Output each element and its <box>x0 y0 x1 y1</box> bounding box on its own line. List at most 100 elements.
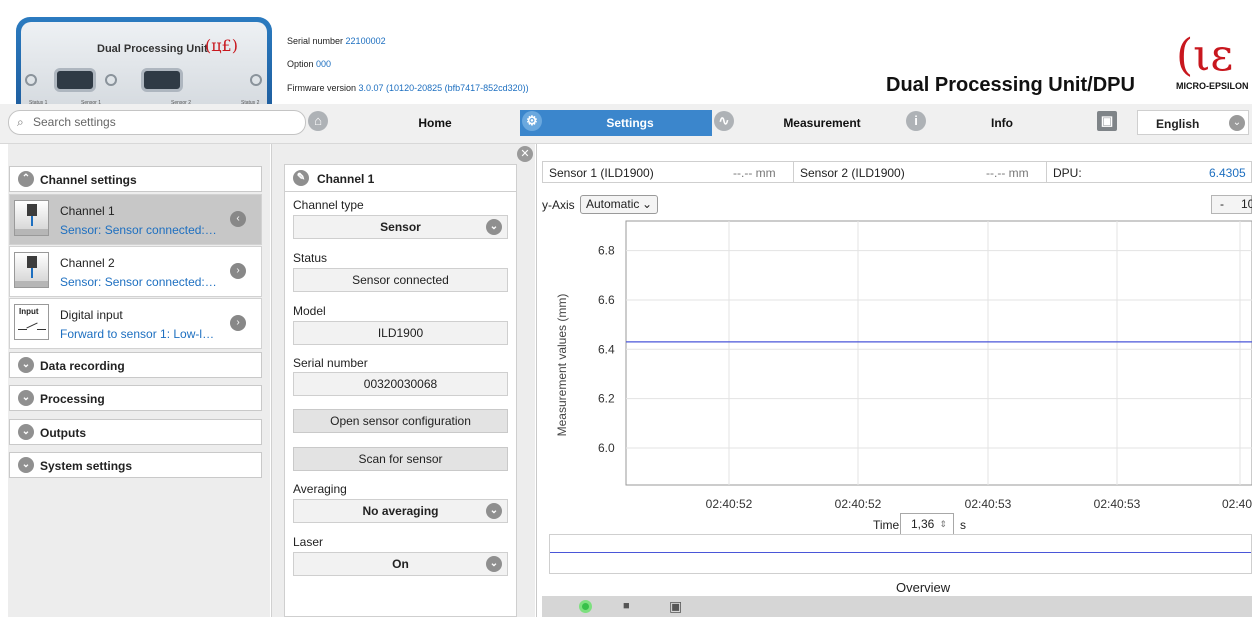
recording-toolbar: ■ ▣ <box>542 596 1252 617</box>
brand-mark: (ιε <box>1176 30 1234 81</box>
spinner-icon[interactable]: ⇕ <box>939 514 947 534</box>
serial-number-info: Serial number 22100002 <box>287 36 386 46</box>
chevron-down-icon: ⌄ <box>18 357 34 373</box>
chevron-down-icon: ⌄ <box>486 556 502 572</box>
search-input[interactable] <box>33 111 293 133</box>
sensor-icon <box>14 200 49 236</box>
tab-home[interactable]: ⌂ Home <box>308 110 518 136</box>
section-label: System settings <box>40 459 133 473</box>
channel-card: ✎ Channel 1 Channel type Sensor ⌄ Status… <box>284 164 517 617</box>
item-title: Digital input <box>60 308 123 322</box>
section-outputs[interactable]: ⌄ Outputs <box>9 419 262 445</box>
sidebar-item-channel-2[interactable]: Channel 2 Sensor: Sensor connected: ILD1… <box>9 246 262 297</box>
serial-label: Serial number <box>287 36 344 46</box>
model-label: Model <box>293 304 326 318</box>
product-title: Dual Processing Unit/DPU <box>886 74 1135 96</box>
zoom-minus-button[interactable]: - <box>1220 196 1224 213</box>
option-value: 000 <box>316 59 332 69</box>
input-switch-icon: Input <box>14 304 49 340</box>
save-icon: ▣ <box>1097 111 1117 131</box>
open-sensor-configuration-button[interactable]: Open sensor configuration <box>293 409 508 433</box>
chevron-left-icon: ‹ <box>230 211 246 227</box>
section-channel-settings[interactable]: ⌃ Channel settings <box>9 166 262 192</box>
brand-name: MICRO-EPSILON <box>1176 81 1249 91</box>
model-value: ILD1900 <box>293 321 508 345</box>
wave-icon: ∿ <box>714 111 734 131</box>
sensor1-value: --.-- mm <box>733 166 776 180</box>
section-system-settings[interactable]: ⌄ System settings <box>9 452 262 478</box>
item-title: Channel 1 <box>60 204 115 218</box>
yaxis-mode-value: Automatic <box>586 197 640 211</box>
info-icon: i <box>906 111 926 131</box>
measurement-values-bar: Sensor 1 (ILD1900) --.-- mm Sensor 2 (IL… <box>542 161 1252 183</box>
laser-select[interactable]: On ⌄ <box>293 552 508 576</box>
tab-info[interactable]: i Info <box>906 110 1098 136</box>
status-label: Status <box>293 251 328 265</box>
chevron-right-icon: › <box>230 315 246 331</box>
sensor2-label: Sensor 2 (ILD1900) <box>800 166 905 180</box>
firmware-label: Firmware version <box>287 83 357 93</box>
tab-settings[interactable]: ⚙ Settings <box>520 110 712 136</box>
edit-icon: ✎ <box>293 170 309 186</box>
chevron-down-icon: ⌄ <box>641 197 652 211</box>
save-config-button[interactable]: ▣ <box>1097 110 1127 136</box>
averaging-value: No averaging <box>362 504 439 518</box>
laser-label: Laser <box>293 535 324 549</box>
time-unit: s <box>960 518 966 532</box>
sensor-icon <box>14 252 49 288</box>
chevron-up-icon: ⌃ <box>18 171 34 187</box>
firmware-value: 3.0.07 (10120-20825 (bfb7417-852cd320)) <box>358 83 529 93</box>
dpu-value: 6.4305 <box>1209 166 1246 180</box>
tab-label: Measurement <box>783 116 861 130</box>
serial-value: 22100002 <box>345 36 386 46</box>
sensor2-value: --.-- mm <box>986 166 1029 180</box>
status-value: Sensor connected <box>293 268 508 292</box>
chevron-down-icon: ⌄ <box>18 424 34 440</box>
chevron-down-icon: ⌄ <box>18 390 34 406</box>
chevron-down-icon: ⌄ <box>18 457 34 473</box>
tab-label: Settings <box>606 116 654 130</box>
search-box[interactable] <box>8 110 306 135</box>
channel-type-select[interactable]: Sensor ⌄ <box>293 215 508 239</box>
stop-icon[interactable]: ■ <box>623 600 630 612</box>
input-icon-label: Input <box>19 307 39 316</box>
averaging-select[interactable]: No averaging ⌄ <box>293 499 508 523</box>
device-title: Dual Processing Unit <box>97 43 208 55</box>
overview-label: Overview <box>896 580 951 595</box>
time-value: 1,36 <box>911 517 935 531</box>
chevron-down-icon: ⌄ <box>486 503 502 519</box>
section-label: Data recording <box>40 359 125 373</box>
header: Dual Processing Unit (ц£) Status 1 Senso… <box>0 0 1252 106</box>
yaxis-mode-select[interactable]: Automatic ⌄ <box>580 195 658 214</box>
overview-chart[interactable] <box>549 534 1252 574</box>
item-subtitle: Forward to sensor 1: Low-level <box>60 327 220 341</box>
language-select[interactable]: English ⌄ <box>1137 110 1249 135</box>
device-image: Dual Processing Unit (ц£) Status 1 Senso… <box>16 17 272 106</box>
tab-label: Info <box>991 116 1013 130</box>
sensor1-label: Sensor 1 (ILD1900) <box>549 166 654 180</box>
close-panel-button[interactable]: ✕ <box>517 146 533 162</box>
item-title: Channel 2 <box>60 256 115 270</box>
item-subtitle: Sensor: Sensor connected: ILD1900 <box>60 275 220 289</box>
scan-for-sensor-button[interactable]: Scan for sensor <box>293 447 508 471</box>
section-processing[interactable]: ⌄ Processing <box>9 385 262 411</box>
zoom-control[interactable]: - 10 <box>1211 195 1252 214</box>
sensor-serial-label: Serial number <box>293 356 368 370</box>
sidebar-item-digital-input[interactable]: Input Digital input Forward to sensor 1:… <box>9 298 262 349</box>
time-window-input[interactable]: 1,36 ⇕ <box>900 513 954 535</box>
main-nav: ⌕ ⌂ Home ⚙ Settings ∿ Measurement i Info… <box>0 104 1252 144</box>
micro-epsilon-logo: (ιε MICRO-EPSILON <box>1176 31 1252 95</box>
option-info: Option 000 <box>287 59 331 69</box>
sensor-port-1 <box>54 68 96 92</box>
channel-title: Channel 1 <box>317 172 375 186</box>
port-screw <box>105 74 117 86</box>
section-data-recording[interactable]: ⌄ Data recording <box>9 352 262 378</box>
tab-measurement[interactable]: ∿ Measurement <box>714 110 910 136</box>
language-value: English <box>1156 117 1200 131</box>
record-icon[interactable] <box>579 600 592 613</box>
home-icon: ⌂ <box>308 111 328 131</box>
sidebar-item-channel-1[interactable]: Channel 1 Sensor: Sensor connected: ILD1… <box>9 194 262 245</box>
tab-label: Home <box>418 116 452 130</box>
save-icon[interactable]: ▣ <box>669 598 682 615</box>
section-label: Outputs <box>40 426 86 440</box>
